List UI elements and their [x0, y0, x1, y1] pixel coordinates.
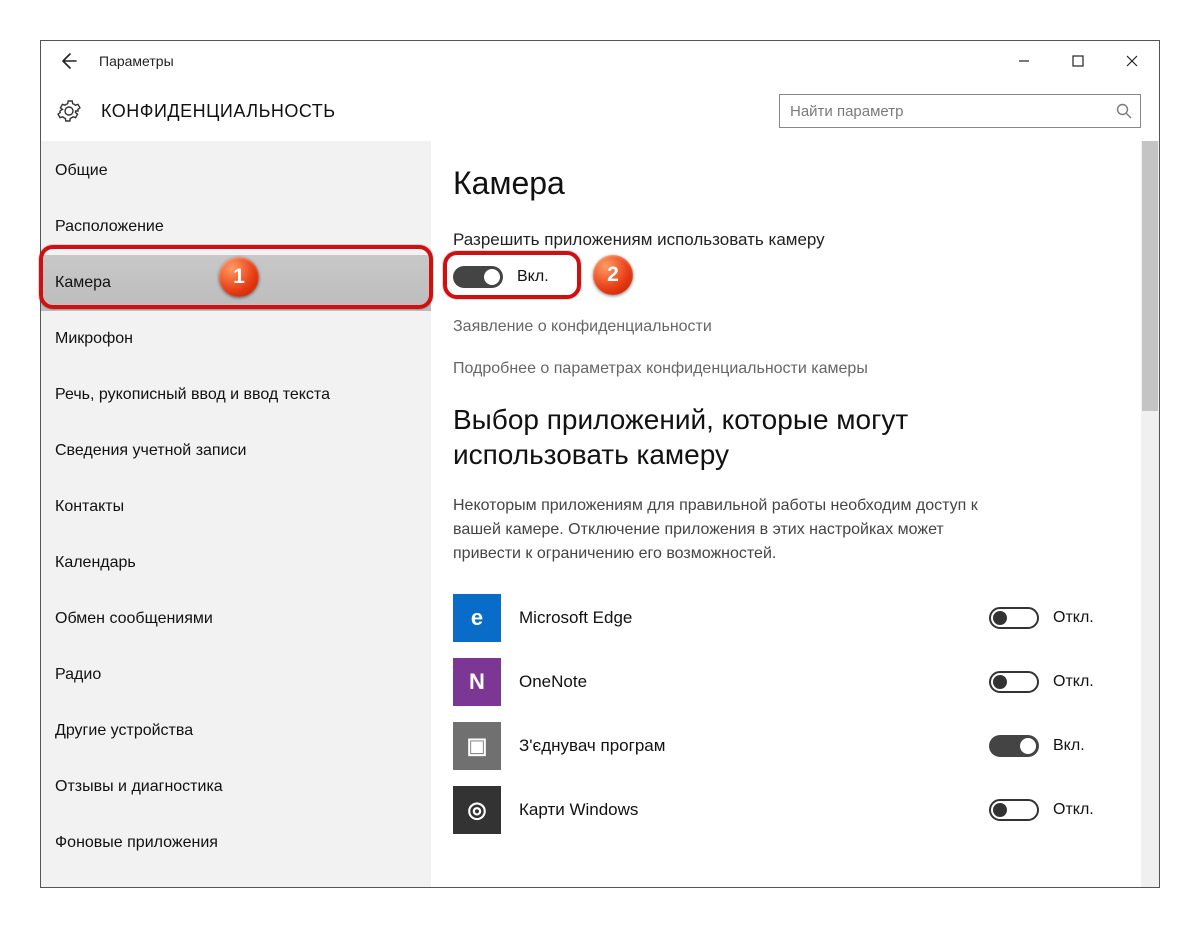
app-row-maps: ◎ Карти Windows Откл.	[453, 778, 1119, 842]
scrollbar-track[interactable]	[1141, 141, 1159, 887]
sidebar-item-contacts[interactable]: Контакты	[41, 479, 431, 535]
sidebar-item-location[interactable]: Расположение	[41, 199, 431, 255]
minimize-button[interactable]	[997, 41, 1051, 81]
toggle-knob	[993, 675, 1007, 689]
privacy-details-link[interactable]: Подробнее о параметрах конфиденциальност…	[453, 360, 1119, 378]
search-icon	[1116, 103, 1132, 119]
settings-window: Параметры КОНФИДЕНЦИАЛЬНОСТЬ	[40, 40, 1160, 888]
app-toggle-maps[interactable]	[989, 799, 1039, 821]
sidebar-item-microphone[interactable]: Микрофон	[41, 311, 431, 367]
sidebar-item-label: Другие устройства	[55, 722, 193, 740]
search-box[interactable]	[779, 94, 1141, 128]
app-toggle-edge[interactable]	[989, 607, 1039, 629]
sidebar-item-speech[interactable]: Речь, рукописный ввод и ввод текста	[41, 367, 431, 423]
page-heading: КОНФИДЕНЦИАЛЬНОСТЬ	[101, 101, 336, 122]
gear-icon	[57, 99, 81, 123]
titlebar: Параметры	[41, 41, 1159, 81]
main-toggle-row: Вкл.	[453, 266, 1119, 288]
app-toggle-connector[interactable]	[989, 735, 1039, 757]
sidebar-item-label: Речь, рукописный ввод и ввод текста	[55, 386, 330, 404]
sidebar-item-label: Фоновые приложения	[55, 834, 218, 852]
sidebar-item-account[interactable]: Сведения учетной записи	[41, 423, 431, 479]
app-toggle-state: Откл.	[1053, 801, 1094, 819]
app-name: Карти Windows	[519, 800, 989, 820]
maximize-button[interactable]	[1051, 41, 1105, 81]
sidebar-item-label: Отзывы и диагностика	[55, 778, 223, 796]
sidebar-item-radio[interactable]: Радио	[41, 647, 431, 703]
toggle-knob	[993, 803, 1007, 817]
app-name: OneNote	[519, 672, 989, 692]
sidebar-item-other-devices[interactable]: Другие устройства	[41, 703, 431, 759]
arrow-left-icon	[58, 51, 78, 71]
allow-camera-toggle-state: Вкл.	[517, 268, 549, 286]
maps-icon: ◎	[453, 786, 501, 834]
app-toggle-onenote[interactable]	[989, 671, 1039, 693]
app-toggle-state: Вкл.	[1053, 737, 1085, 755]
connector-icon: ▣	[453, 722, 501, 770]
body: Общие Расположение Камера Микрофон Речь,…	[41, 141, 1159, 887]
privacy-statement-link[interactable]: Заявление о конфиденциальности	[453, 318, 1119, 336]
sidebar-item-background-apps[interactable]: Фоновые приложения	[41, 815, 431, 871]
sidebar-item-label: Общие	[55, 162, 108, 180]
sidebar-item-label: Контакты	[55, 498, 124, 516]
onenote-icon: N	[453, 658, 501, 706]
sidebar-item-label: Обмен сообщениями	[55, 610, 213, 628]
sidebar-item-camera[interactable]: Камера	[41, 255, 431, 311]
sidebar-item-label: Сведения учетной записи	[55, 442, 246, 460]
sidebar-item-feedback[interactable]: Отзывы и диагностика	[41, 759, 431, 815]
edge-icon: e	[453, 594, 501, 642]
app-toggle-state: Откл.	[1053, 673, 1094, 691]
minimize-icon	[1018, 55, 1030, 67]
app-row-edge: e Microsoft Edge Откл.	[453, 586, 1119, 650]
sidebar-item-general[interactable]: Общие	[41, 143, 431, 199]
toggle-knob	[484, 269, 500, 285]
sidebar-item-label: Радио	[55, 666, 101, 684]
app-row-onenote: N OneNote Откл.	[453, 650, 1119, 714]
sidebar-item-calendar[interactable]: Календарь	[41, 535, 431, 591]
content-title: Камера	[453, 165, 1119, 202]
content-pane[interactable]: Камера Разрешить приложениям использоват…	[431, 141, 1159, 887]
app-row-connector: ▣ З'єднувач програм Вкл.	[453, 714, 1119, 778]
sidebar-item-label: Календарь	[55, 554, 136, 572]
window-title: Параметры	[99, 53, 174, 69]
search-input[interactable]	[790, 103, 1116, 120]
toggle-knob	[1020, 738, 1036, 754]
sidebar-item-label: Расположение	[55, 218, 164, 236]
allow-apps-label: Разрешить приложениям использовать камер…	[453, 230, 1119, 250]
sidebar-item-label: Микрофон	[55, 330, 133, 348]
maximize-icon	[1072, 55, 1084, 67]
settings-icon-button[interactable]	[55, 97, 83, 125]
window-controls	[997, 41, 1159, 81]
sidebar-item-messaging[interactable]: Обмен сообщениями	[41, 591, 431, 647]
app-name: Microsoft Edge	[519, 608, 989, 628]
header: КОНФИДЕНЦИАЛЬНОСТЬ	[41, 81, 1159, 141]
scrollbar-thumb[interactable]	[1142, 141, 1158, 411]
apps-section-desc: Некоторым приложениям для правильной раб…	[453, 494, 993, 566]
app-name: З'єднувач програм	[519, 736, 989, 756]
toggle-knob	[993, 611, 1007, 625]
close-icon	[1126, 55, 1138, 67]
sidebar[interactable]: Общие Расположение Камера Микрофон Речь,…	[41, 141, 431, 887]
close-button[interactable]	[1105, 41, 1159, 81]
apps-section-heading: Выбор приложений, которые могут использо…	[453, 402, 973, 472]
back-button[interactable]	[51, 44, 85, 78]
app-toggle-state: Откл.	[1053, 609, 1094, 627]
allow-camera-toggle[interactable]	[453, 266, 503, 288]
sidebar-item-label: Камера	[55, 274, 111, 292]
